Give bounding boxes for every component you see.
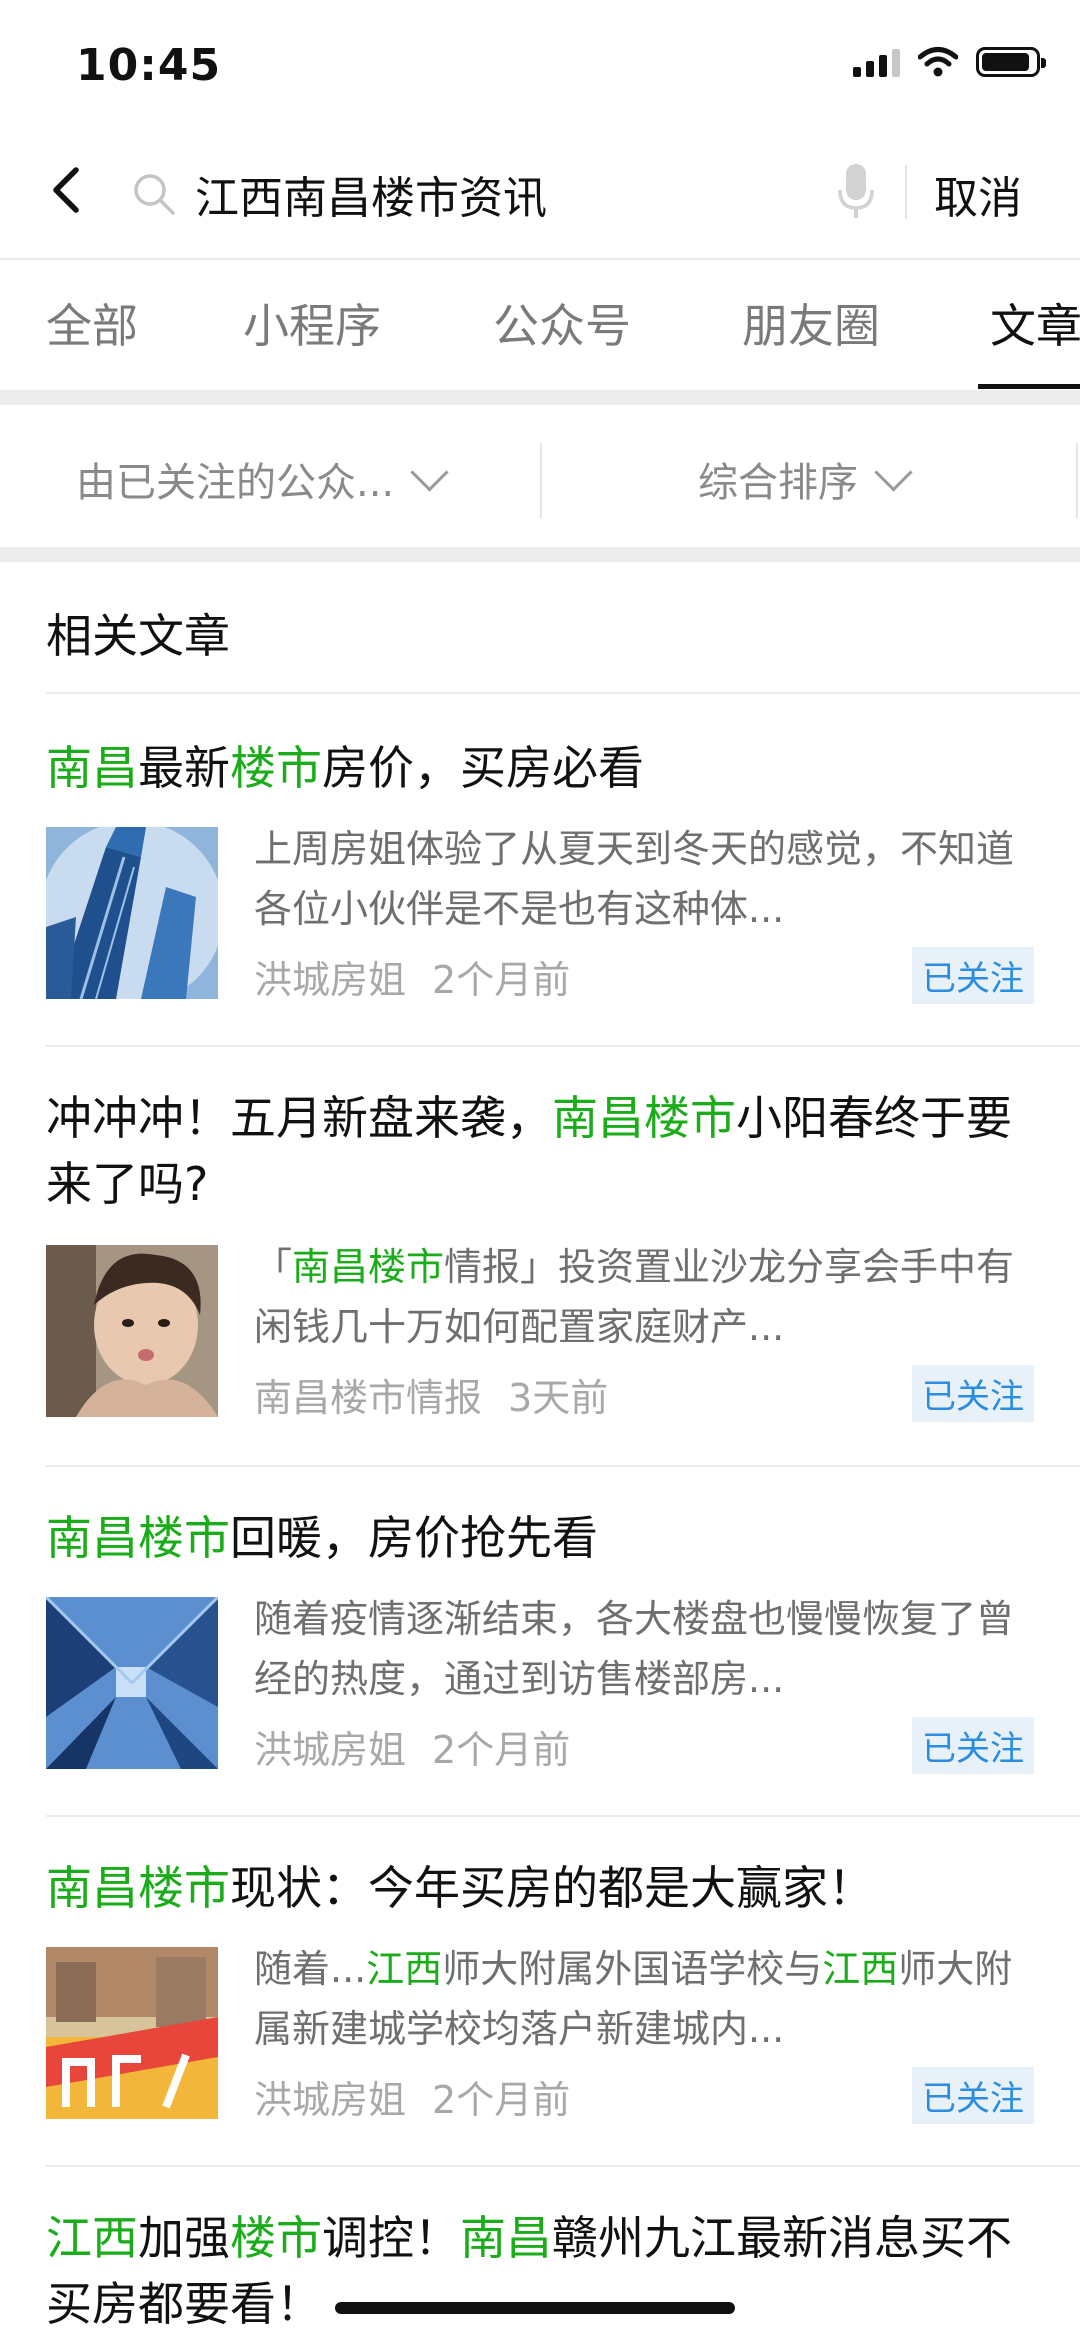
status-icons bbox=[853, 46, 1046, 78]
section-gap bbox=[0, 547, 1080, 562]
tab-all[interactable]: 全部 bbox=[46, 290, 138, 356]
cellular-signal-icon bbox=[853, 47, 900, 77]
highlighted-keyword: 南昌 bbox=[460, 2211, 552, 2265]
filter-divider bbox=[540, 443, 542, 519]
text-segment: 上周房姐体验了从夏天到冬天的感觉，不知道各位小伙伴是不是也有这种体... bbox=[254, 827, 1015, 931]
text-segment: 最新 bbox=[138, 741, 230, 795]
chevron-down-icon bbox=[410, 453, 449, 492]
microphone-icon[interactable] bbox=[836, 162, 876, 222]
divider bbox=[46, 1815, 1080, 1817]
article-item[interactable]: 南昌楼市现状：今年买房的都是大赢家！ 随着...江西师大附属外国语学校与江西师大… bbox=[46, 1855, 1046, 2155]
text-segment: 调控！ bbox=[322, 2211, 460, 2265]
highlighted-keyword: 南昌楼市 bbox=[292, 1245, 445, 1289]
article-summary: 上周房姐体验了从夏天到冬天的感觉，不知道各位小伙伴是不是也有这种体... bbox=[254, 819, 1044, 939]
article-time: 2个月前 bbox=[432, 958, 571, 1002]
highlighted-keyword: 江西 bbox=[366, 1947, 443, 1991]
tab-articles[interactable]: 文章 bbox=[990, 290, 1080, 356]
section-gap bbox=[0, 390, 1080, 405]
sort-dropdown[interactable]: 综合排序 bbox=[698, 450, 913, 508]
source-filter-label: 由已关注的公众... bbox=[76, 460, 395, 506]
highlighted-keyword: 南昌楼市 bbox=[552, 1091, 736, 1145]
article-time: 3天前 bbox=[508, 1376, 609, 1420]
article-author: 洪城房姐 bbox=[254, 958, 407, 1002]
status-bar: 10:45 bbox=[0, 0, 1080, 130]
article-meta: 南昌楼市情报 3天前 bbox=[254, 1367, 608, 1422]
status-time: 10:45 bbox=[76, 40, 222, 91]
article-title: 南昌最新楼市房价，买房必看 bbox=[46, 735, 1046, 801]
text-segment: 冲冲冲！五月新盘来袭， bbox=[46, 1091, 552, 1145]
search-bar: 江西南昌楼市资讯 取消 bbox=[0, 130, 1080, 255]
text-segment: 房价，买房必看 bbox=[322, 741, 644, 795]
highlighted-keyword: 楼市 bbox=[230, 2211, 322, 2265]
article-thumbnail bbox=[46, 1245, 218, 1417]
text-segment: 回暖，房价抢先看 bbox=[230, 1511, 598, 1565]
article-author: 洪城房姐 bbox=[254, 2078, 407, 2122]
filter-bar: 由已关注的公众... 综合排序 bbox=[0, 405, 1080, 547]
text-segment: 师大附属外国语学校与 bbox=[442, 1947, 823, 1991]
article-summary: 随着...江西师大附属外国语学校与江西师大附属新建城学校均落户新建城内... bbox=[254, 1939, 1044, 2059]
article-time: 2个月前 bbox=[432, 1728, 571, 1772]
text-segment: 随着... bbox=[254, 1947, 367, 1991]
followed-badge: 已关注 bbox=[912, 947, 1034, 1004]
article-thumbnail bbox=[46, 1597, 218, 1769]
divider bbox=[46, 1465, 1080, 1467]
source-filter-dropdown[interactable]: 由已关注的公众... bbox=[76, 450, 449, 508]
text-segment: 加强 bbox=[138, 2211, 230, 2265]
article-title: 南昌楼市现状：今年买房的都是大赢家！ bbox=[46, 1855, 1046, 1921]
chevron-down-icon bbox=[874, 453, 913, 492]
text-segment: 随着疫情逐渐结束，各大楼盘也慢慢恢复了曾经的热度，通过到访售楼部房... bbox=[254, 1597, 1015, 1701]
highlighted-keyword: 南昌 bbox=[46, 741, 138, 795]
text-segment: 现状：今年买房的都是大赢家！ bbox=[230, 1861, 874, 1915]
battery-icon bbox=[976, 47, 1046, 77]
article-meta: 洪城房姐 2个月前 bbox=[254, 1719, 570, 1774]
highlighted-keyword: 楼市 bbox=[230, 741, 322, 795]
text-segment: 「 bbox=[254, 1245, 293, 1289]
filter-divider bbox=[1076, 443, 1078, 519]
article-item[interactable]: 南昌楼市回暖，房价抢先看 随着疫情逐渐结束，各大楼盘也慢慢恢复了曾经的热度，通过… bbox=[46, 1505, 1046, 1805]
highlighted-keyword: 南昌楼市 bbox=[46, 1861, 230, 1915]
search-icon bbox=[134, 174, 175, 215]
tab-official-accounts[interactable]: 公众号 bbox=[493, 290, 631, 356]
article-meta: 洪城房姐 2个月前 bbox=[254, 949, 570, 1004]
tab-moments[interactable]: 朋友圈 bbox=[742, 290, 880, 356]
tab-mini-programs[interactable]: 小程序 bbox=[243, 290, 381, 356]
article-title: 江西加强楼市调控！南昌赣州九江最新消息买不买房都要看！ bbox=[46, 2205, 1046, 2337]
home-indicator bbox=[335, 2302, 735, 2314]
highlighted-keyword: 江西 bbox=[46, 2211, 138, 2265]
category-tabs: 全部 小程序 公众号 朋友圈 文章 bbox=[0, 258, 1080, 390]
wifi-icon bbox=[918, 47, 958, 77]
divider bbox=[46, 2165, 1080, 2167]
followed-badge: 已关注 bbox=[912, 1717, 1034, 1774]
article-author: 洪城房姐 bbox=[254, 1728, 407, 1772]
article-item[interactable]: 南昌最新楼市房价，买房必看 上周房姐体验了从夏天到冬天的感觉，不知道各位小伙伴是… bbox=[46, 735, 1046, 1035]
search-divider bbox=[905, 165, 907, 219]
highlighted-keyword: 江西 bbox=[822, 1947, 899, 1991]
article-author: 南昌楼市情报 bbox=[254, 1376, 483, 1420]
article-summary: 「南昌楼市情报」投资置业沙龙分享会手中有闲钱几十万如何配置家庭财产... bbox=[254, 1237, 1044, 1357]
article-summary: 随着疫情逐渐结束，各大楼盘也慢慢恢复了曾经的热度，通过到访售楼部房... bbox=[254, 1589, 1044, 1709]
article-meta: 洪城房姐 2个月前 bbox=[254, 2069, 570, 2124]
divider bbox=[46, 1045, 1080, 1047]
search-input[interactable]: 江西南昌楼市资讯 bbox=[195, 162, 547, 226]
followed-badge: 已关注 bbox=[912, 2067, 1034, 2124]
highlighted-keyword: 南昌楼市 bbox=[46, 1511, 230, 1565]
article-title: 冲冲冲！五月新盘来袭，南昌楼市小阳春终于要来了吗? bbox=[46, 1085, 1046, 1217]
active-tab-indicator bbox=[978, 384, 1080, 389]
sort-label: 综合排序 bbox=[698, 460, 858, 506]
back-arrow-icon[interactable] bbox=[40, 160, 100, 220]
article-item[interactable]: 江西加强楼市调控！南昌赣州九江最新消息买不买房都要看！ bbox=[46, 2205, 1046, 2339]
divider bbox=[46, 692, 1080, 694]
article-thumbnail bbox=[46, 827, 218, 999]
article-time: 2个月前 bbox=[432, 2078, 571, 2122]
cancel-button[interactable]: 取消 bbox=[934, 162, 1022, 226]
followed-badge: 已关注 bbox=[912, 1365, 1034, 1422]
article-title: 南昌楼市回暖，房价抢先看 bbox=[46, 1505, 1046, 1571]
article-thumbnail bbox=[46, 1947, 218, 2119]
section-title: 相关文章 bbox=[46, 609, 230, 663]
article-item[interactable]: 冲冲冲！五月新盘来袭，南昌楼市小阳春终于要来了吗? 「南昌楼市情报」投资置业沙龙… bbox=[46, 1085, 1046, 1422]
